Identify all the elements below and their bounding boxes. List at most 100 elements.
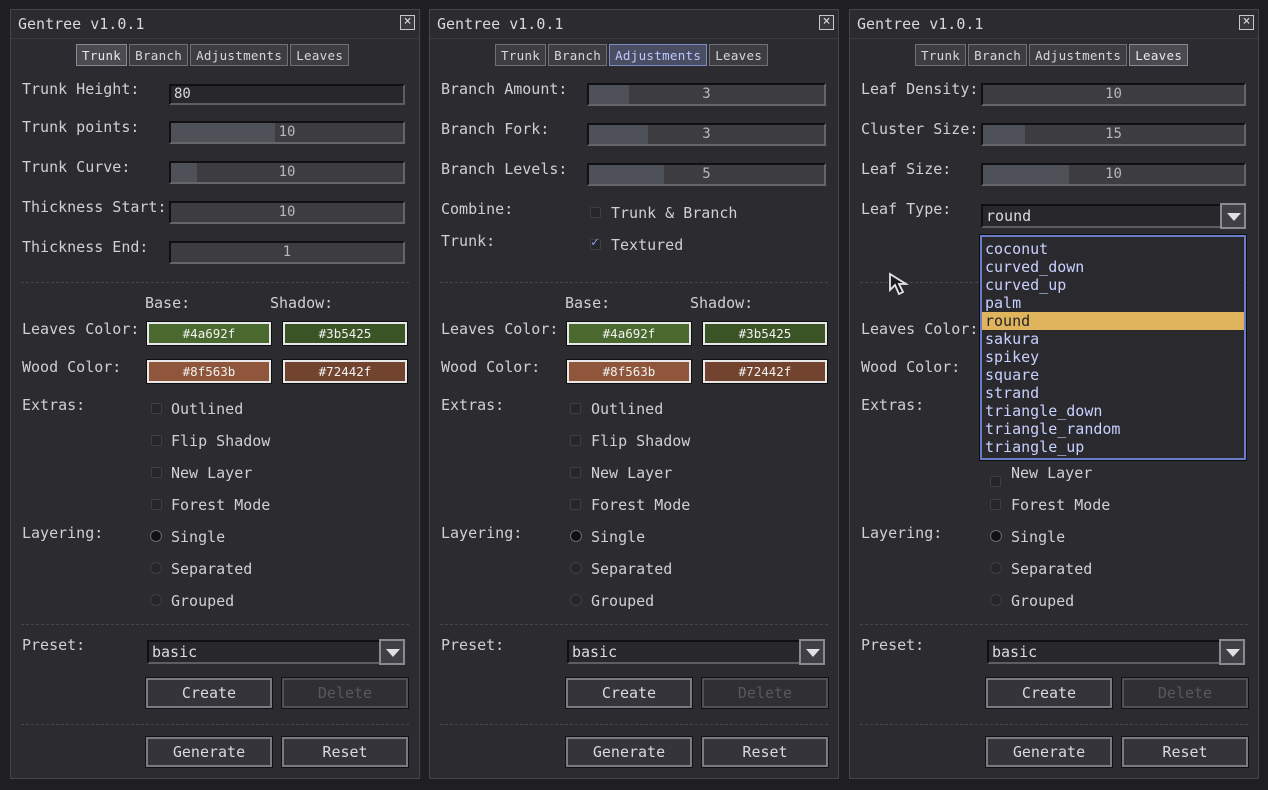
branch-fork-slider[interactable]: 3 <box>587 123 826 146</box>
tab-trunk[interactable]: Trunk <box>495 44 547 66</box>
forest-mode-checkbox[interactable] <box>990 499 1001 510</box>
titlebar[interactable]: Gentree v1.0.1 × <box>850 10 1258 39</box>
forest-mode-checkbox[interactable] <box>151 499 162 510</box>
reset-button[interactable]: Reset <box>1121 736 1249 768</box>
leaf-type-option[interactable]: triangle_random <box>982 420 1244 438</box>
new-layer-checkbox[interactable] <box>570 467 581 478</box>
leaf-density-slider[interactable]: 10 <box>981 83 1246 106</box>
thickness-start-slider[interactable]: 10 <box>169 201 405 224</box>
tab-branch[interactable]: Branch <box>548 44 608 66</box>
leaf-type-option[interactable]: sakura <box>982 330 1244 348</box>
delete-button[interactable]: Delete <box>281 677 409 709</box>
preset-select[interactable]: basic <box>567 639 825 665</box>
layering-grouped-radio[interactable] <box>570 594 582 606</box>
slider-value: 15 <box>1105 126 1122 142</box>
outlined-checkbox[interactable] <box>570 403 581 414</box>
tab-branch[interactable]: Branch <box>968 44 1028 66</box>
wood-base-color-button[interactable]: #8f563b <box>146 359 272 384</box>
delete-button[interactable]: Delete <box>1121 677 1249 709</box>
branch-amount-slider[interactable]: 3 <box>587 83 826 106</box>
chevron-down-icon[interactable] <box>1220 203 1246 229</box>
leaf-type-option[interactable]: strand <box>982 384 1244 402</box>
trunk-points-slider[interactable]: 10 <box>169 121 405 144</box>
preset-label: Preset: <box>861 636 925 654</box>
forest-mode-label: Forest Mode <box>1011 496 1111 514</box>
create-button[interactable]: Create <box>145 677 273 709</box>
layering-grouped-radio[interactable] <box>150 594 162 606</box>
trunk-height-input[interactable]: 80 <box>169 84 405 105</box>
reset-button[interactable]: Reset <box>281 736 409 768</box>
titlebar[interactable]: Gentree v1.0.1 × <box>11 10 419 39</box>
leaves-shadow-color-button[interactable]: #3b5425 <box>282 321 408 346</box>
leaves-base-color-button[interactable]: #4a692f <box>566 321 692 346</box>
layering-single-radio[interactable] <box>150 530 162 542</box>
tab-adjustments[interactable]: Adjustments <box>190 44 289 66</box>
layering-label: Layering: <box>22 524 104 542</box>
leaf-type-option-selected[interactable]: round <box>982 312 1244 330</box>
new-layer-checkbox[interactable] <box>151 467 162 478</box>
tab-trunk[interactable]: Trunk <box>915 44 967 66</box>
leaves-base-color-button[interactable]: #4a692f <box>146 321 272 346</box>
new-layer-checkbox[interactable] <box>990 476 1001 487</box>
tab-leaves[interactable]: Leaves <box>290 44 350 66</box>
wood-shadow-color-button[interactable]: #72442f <box>702 359 828 384</box>
chevron-down-icon[interactable] <box>799 639 825 665</box>
leaf-type-select[interactable]: round <box>981 203 1246 229</box>
wood-base-color-button[interactable]: #8f563b <box>566 359 692 384</box>
flip-shadow-checkbox[interactable] <box>151 435 162 446</box>
tab-leaves[interactable]: Leaves <box>709 44 769 66</box>
reset-button[interactable]: Reset <box>701 736 829 768</box>
leaf-type-option[interactable]: triangle_down <box>982 402 1244 420</box>
layering-separated-radio[interactable] <box>990 562 1002 574</box>
preset-select[interactable]: basic <box>147 639 405 665</box>
generate-button[interactable]: Generate <box>985 736 1113 768</box>
layering-grouped-radio[interactable] <box>990 594 1002 606</box>
thickness-end-slider[interactable]: 1 <box>169 241 405 264</box>
leaves-color-label: Leaves Color: <box>22 320 140 338</box>
chevron-down-icon[interactable] <box>1219 639 1245 665</box>
forest-mode-checkbox[interactable] <box>570 499 581 510</box>
window-title: Gentree v1.0.1 <box>857 15 984 33</box>
leaf-type-option[interactable]: triangle_up <box>982 438 1244 456</box>
leaf-type-option[interactable]: palm <box>982 294 1244 312</box>
leaf-type-option[interactable]: spikey <box>982 348 1244 366</box>
tab-adjustments[interactable]: Adjustments <box>609 44 708 66</box>
leaves-shadow-color-button[interactable]: #3b5425 <box>702 321 828 346</box>
generate-button[interactable]: Generate <box>145 736 273 768</box>
flip-shadow-label: Flip Shadow <box>591 432 691 450</box>
close-icon[interactable]: × <box>819 15 834 30</box>
wood-shadow-color-button[interactable]: #72442f <box>282 359 408 384</box>
close-icon[interactable]: × <box>400 15 415 30</box>
check-icon: ✓ <box>591 235 599 250</box>
tab-adjustments[interactable]: Adjustments <box>1029 44 1128 66</box>
trunk-branch-checkbox[interactable] <box>590 207 601 218</box>
textured-checkbox[interactable]: ✓ <box>590 235 601 250</box>
tab-branch[interactable]: Branch <box>129 44 189 66</box>
tab-trunk[interactable]: Trunk <box>76 44 128 66</box>
flip-shadow-checkbox[interactable] <box>570 435 581 446</box>
preset-select[interactable]: basic <box>987 639 1245 665</box>
layering-separated-radio[interactable] <box>570 562 582 574</box>
layering-separated-label: Separated <box>591 560 673 578</box>
layering-separated-radio[interactable] <box>150 562 162 574</box>
titlebar[interactable]: Gentree v1.0.1 × <box>430 10 838 39</box>
tab-leaves[interactable]: Leaves <box>1129 44 1189 66</box>
branch-levels-slider[interactable]: 5 <box>587 163 826 186</box>
leaf-size-slider[interactable]: 10 <box>981 163 1246 186</box>
trunk-curve-slider[interactable]: 10 <box>169 161 405 184</box>
chevron-down-icon[interactable] <box>379 639 405 665</box>
forest-mode-label: Forest Mode <box>591 496 691 514</box>
layering-single-radio[interactable] <box>570 530 582 542</box>
create-button[interactable]: Create <box>985 677 1113 709</box>
close-icon[interactable]: × <box>1239 15 1254 30</box>
cluster-size-slider[interactable]: 15 <box>981 123 1246 146</box>
outlined-checkbox[interactable] <box>151 403 162 414</box>
leaf-type-option[interactable]: coconut <box>982 240 1244 258</box>
delete-button[interactable]: Delete <box>701 677 829 709</box>
layering-single-radio[interactable] <box>990 530 1002 542</box>
leaf-type-option[interactable]: square <box>982 366 1244 384</box>
leaf-type-option[interactable]: curved_down <box>982 258 1244 276</box>
create-button[interactable]: Create <box>565 677 693 709</box>
generate-button[interactable]: Generate <box>565 736 693 768</box>
leaf-type-option[interactable]: curved_up <box>982 276 1244 294</box>
